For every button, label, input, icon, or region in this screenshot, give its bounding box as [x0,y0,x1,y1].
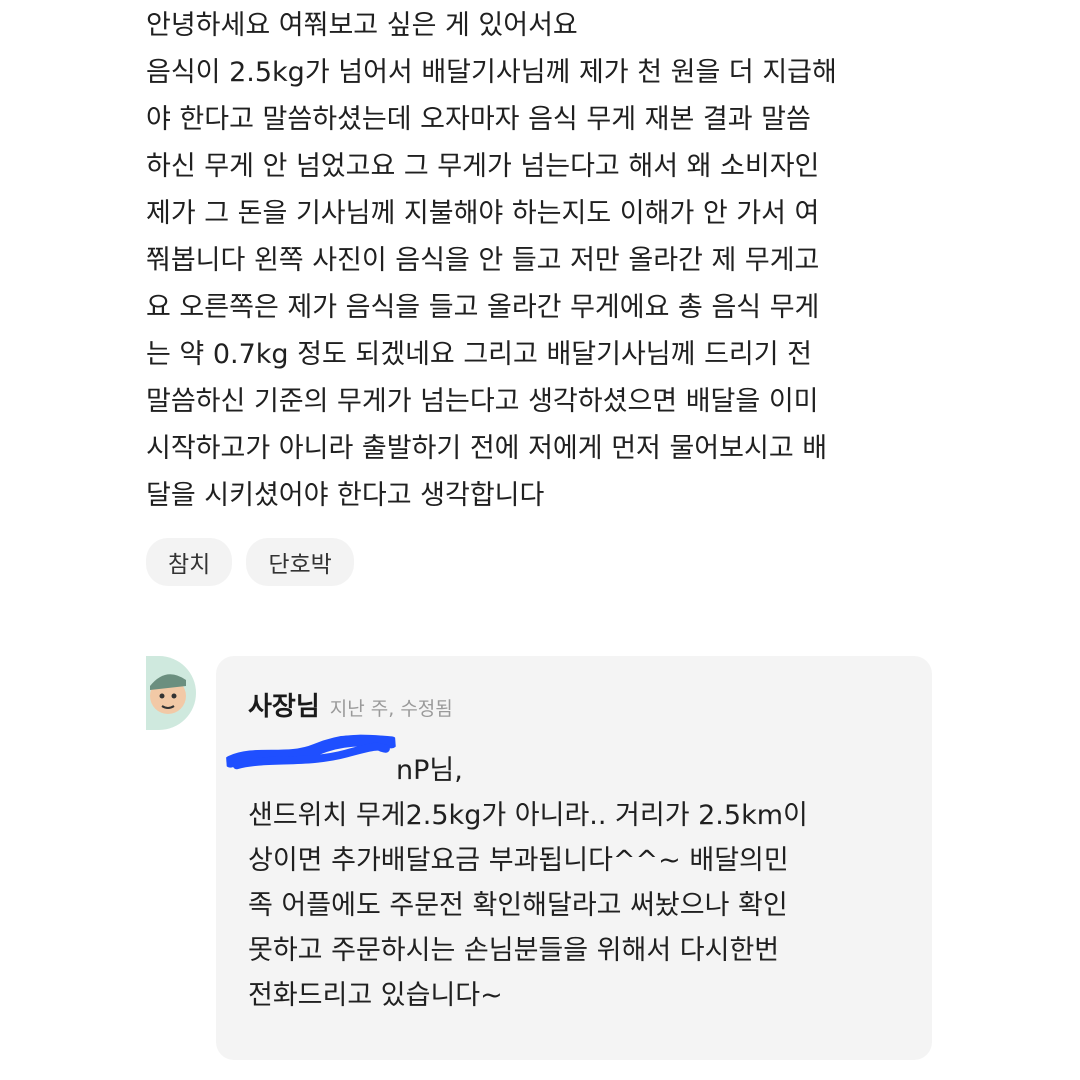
reply-header: 사장님 지난 주, 수정됨 [248,686,453,723]
review-line: 음식이 2.5kg가 넘어서 배달기사님께 제가 천 원을 더 지급해 [146,57,837,88]
review-line: 하신 무게 안 넘었고요 그 무게가 넘는다고 해서 왜 소비자인 [146,151,820,182]
reply-author: 사장님 [248,692,320,722]
review-line: 시작하고가 아니라 출발하기 전에 저에게 먼저 물어보시고 배 [146,433,828,464]
owner-avatar-icon [146,656,196,730]
reply-line: 전화드리고 있습니다~ [248,980,503,1011]
review-line: 말씀하신 기준의 무게가 넘는다고 생각하셨으면 배달을 이미 [146,386,819,417]
reply-body: nP님, 샌드위치 무게2.5kg가 아니라.. 거리가 2.5km이 상이면 … [248,748,918,1018]
reply-line: 샌드위치 무게2.5kg가 아니라.. 거리가 2.5km이 [248,800,808,831]
reply-meta: 지난 주, 수정됨 [329,698,453,720]
review-text: 안녕하세요 여쭤보고 싶은 게 있어서요 음식이 2.5kg가 넘어서 배달기사… [146,2,946,519]
review-line: 제가 그 돈을 기사님께 지불해야 하는지도 이해가 안 가서 여 [146,198,820,229]
menu-tag[interactable]: 참치 [146,538,233,586]
review-line: 쭤봅니다 왼쪽 사진이 음식을 안 들고 저만 올라간 제 무게고 [146,245,820,276]
menu-tags: 참치 단호박 [146,538,354,586]
reply-line: 족 어플에도 주문전 확인해달라고 써놨으나 확인 [248,890,788,921]
owner-reply-card: 사장님 지난 주, 수정됨 nP님, 샌드위치 무게2.5kg가 아니라.. 거… [216,656,932,1060]
review-line: 야 한다고 말씀하셨는데 오자마자 음식 무게 재본 결과 말씀 [146,104,811,135]
review-line: 달을 시키셨어야 한다고 생각합니다 [146,480,545,511]
review-line: 요 오른쪽은 제가 음식을 들고 올라간 무게에요 총 음식 무게 [146,292,820,323]
review-line: 는 약 0.7kg 정도 되겠네요 그리고 배달기사님께 드리기 전 [146,339,813,370]
reply-line: 못하고 주문하시는 손님분들을 위해서 다시한번 [248,935,780,966]
review-line: 안녕하세요 여쭤보고 싶은 게 있어서요 [146,10,578,41]
reply-line: 상이면 추가배달요금 부과됩니다^^~ 배달의민 [248,845,789,876]
menu-tag[interactable]: 단호박 [246,538,354,586]
reply-line: nP님, [396,755,463,786]
